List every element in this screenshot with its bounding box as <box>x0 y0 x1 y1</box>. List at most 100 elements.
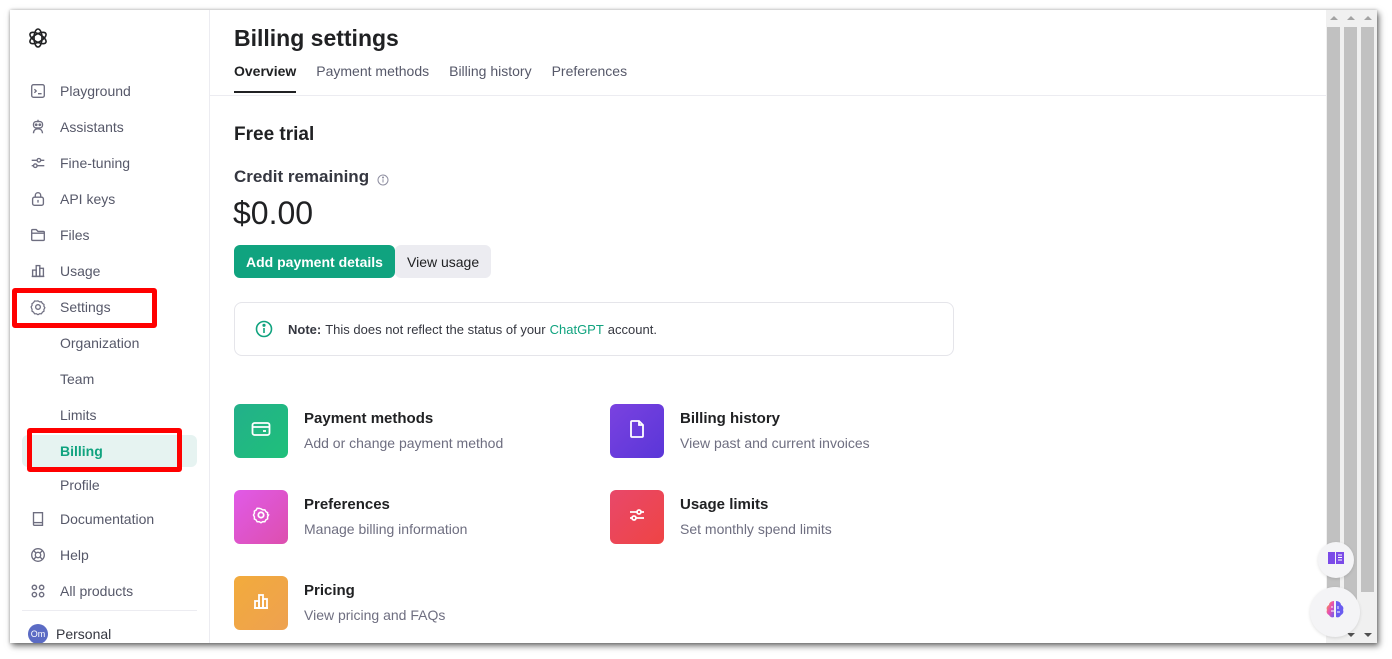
card-billing-history[interactable]: Billing history View past and current in… <box>610 404 870 458</box>
sidebar-item-billing[interactable]: Billing <box>10 433 210 469</box>
sidebar-item-label: All products <box>60 583 134 599</box>
card-description: View past and current invoices <box>680 435 870 451</box>
note-prefix: Note: <box>288 321 322 337</box>
gear-icon <box>250 504 272 531</box>
robot-icon <box>28 117 48 137</box>
sidebar-item-playground[interactable]: Playground <box>10 73 210 109</box>
tab-overview[interactable]: Overview <box>234 63 297 93</box>
scrollbar-thumb[interactable] <box>1344 27 1357 607</box>
folder-icon <box>28 225 48 245</box>
card-tile <box>234 404 288 458</box>
card-description: Add or change payment method <box>304 435 504 451</box>
sidebar-item-organization[interactable]: Organization <box>10 325 210 361</box>
scroll-up-arrow-icon[interactable] <box>1330 16 1338 20</box>
credit-remaining-label: Credit remaining <box>234 167 389 187</box>
note-banner: Note: This does not reflect the status o… <box>234 302 954 356</box>
sidebar-item-limits[interactable]: Limits <box>10 397 210 433</box>
sidebar-item-label: Limits <box>60 407 97 423</box>
tab-bar: Overview Payment methods Billing history… <box>234 63 627 93</box>
card-description: Manage billing information <box>304 521 468 537</box>
scrollbar-thumb[interactable] <box>1361 27 1374 592</box>
grid-icon <box>28 581 48 601</box>
card-description: View pricing and FAQs <box>304 607 446 623</box>
card-title: Billing history <box>680 410 781 427</box>
brain-icon <box>1322 597 1348 628</box>
note-text-after: account. <box>607 321 657 337</box>
avatar: Om <box>28 624 48 643</box>
scrollbar-3[interactable] <box>1361 10 1374 643</box>
sidebar-nav: Playground Assistants Fine-tuning API ke… <box>10 73 210 609</box>
add-payment-details-button[interactable]: Add payment details <box>234 245 395 278</box>
sidebar-item-label: Fine-tuning <box>60 155 131 171</box>
open-book-icon <box>1326 548 1346 573</box>
sidebar-item-label: Team <box>60 371 95 387</box>
scroll-down-arrow-icon[interactable] <box>1364 633 1372 637</box>
account-switcher[interactable]: Om Personal <box>28 624 111 643</box>
card-title: Preferences <box>304 496 390 513</box>
sidebar-item-all-products[interactable]: All products <box>10 573 210 609</box>
document-icon <box>626 418 648 445</box>
sliders-icon <box>626 504 648 531</box>
sidebar-item-label: Profile <box>60 477 100 493</box>
lock-icon <box>28 189 48 209</box>
credit-card-icon <box>250 418 272 445</box>
info-icon[interactable] <box>377 171 389 186</box>
tabs-divider <box>210 95 1326 96</box>
card-payment-methods[interactable]: Payment methods Add or change payment me… <box>234 404 503 458</box>
sidebar-item-files[interactable]: Files <box>10 217 210 253</box>
sliders-icon <box>28 153 48 173</box>
sidebar-item-fine-tuning[interactable]: Fine-tuning <box>10 145 210 181</box>
card-tile <box>610 490 664 544</box>
card-title: Payment methods <box>304 410 434 427</box>
card-tile <box>610 404 664 458</box>
sidebar-item-label: Files <box>60 227 90 243</box>
info-circle-icon <box>255 320 273 338</box>
scroll-up-arrow-icon[interactable] <box>1364 16 1372 20</box>
sidebar-item-team[interactable]: Team <box>10 361 210 397</box>
sidebar-item-settings[interactable]: Settings <box>10 289 210 325</box>
sidebar-item-label: Playground <box>60 83 131 99</box>
sidebar-item-api-keys[interactable]: API keys <box>10 181 210 217</box>
ai-assistant-button[interactable] <box>1310 587 1360 637</box>
terminal-icon <box>28 81 48 101</box>
openai-logo-icon[interactable] <box>26 26 50 50</box>
scrollbar-thumb[interactable] <box>1327 27 1340 607</box>
sidebar-item-label: Organization <box>60 335 140 351</box>
sidebar-item-assistants[interactable]: Assistants <box>10 109 210 145</box>
scroll-down-arrow-icon[interactable] <box>1347 633 1355 637</box>
browser-window: Playground Assistants Fine-tuning API ke… <box>10 10 1377 643</box>
reader-mode-button[interactable] <box>1318 542 1354 578</box>
account-label: Personal <box>56 626 112 642</box>
card-title: Pricing <box>304 582 355 599</box>
book-icon <box>28 509 48 529</box>
scroll-up-arrow-icon[interactable] <box>1347 16 1355 20</box>
tab-preferences[interactable]: Preferences <box>552 63 627 93</box>
tab-payment-methods[interactable]: Payment methods <box>316 63 429 93</box>
chatgpt-link[interactable]: ChatGPT <box>550 322 604 337</box>
sidebar: Playground Assistants Fine-tuning API ke… <box>10 10 210 643</box>
sidebar-item-label: Help <box>60 547 89 563</box>
tab-billing-history[interactable]: Billing history <box>449 63 531 93</box>
card-description: Set monthly spend limits <box>680 521 832 537</box>
sidebar-item-label: Settings <box>60 299 111 315</box>
view-usage-button[interactable]: View usage <box>395 245 492 278</box>
sidebar-item-documentation[interactable]: Documentation <box>10 501 210 537</box>
sidebar-item-label: API keys <box>60 191 116 207</box>
sidebar-item-label: Usage <box>60 263 101 279</box>
sidebar-item-help[interactable]: Help <box>10 537 210 573</box>
card-usage-limits[interactable]: Usage limits Set monthly spend limits <box>610 490 832 544</box>
card-preferences[interactable]: Preferences Manage billing information <box>234 490 467 544</box>
sidebar-item-profile[interactable]: Profile <box>10 469 210 501</box>
card-title: Usage limits <box>680 496 769 513</box>
bar-chart-icon <box>28 261 48 281</box>
credit-remaining-value: $0.00 <box>233 195 314 231</box>
bar-chart-icon <box>250 590 272 617</box>
lifebuoy-icon <box>28 545 48 565</box>
plan-title: Free trial <box>234 124 315 145</box>
sidebar-item-usage[interactable]: Usage <box>10 253 210 289</box>
active-item-background <box>22 435 197 467</box>
credit-label-text: Credit remaining <box>234 167 370 186</box>
card-tile <box>234 490 288 544</box>
card-pricing[interactable]: Pricing View pricing and FAQs <box>234 576 445 630</box>
sidebar-item-label: Billing <box>60 443 103 459</box>
